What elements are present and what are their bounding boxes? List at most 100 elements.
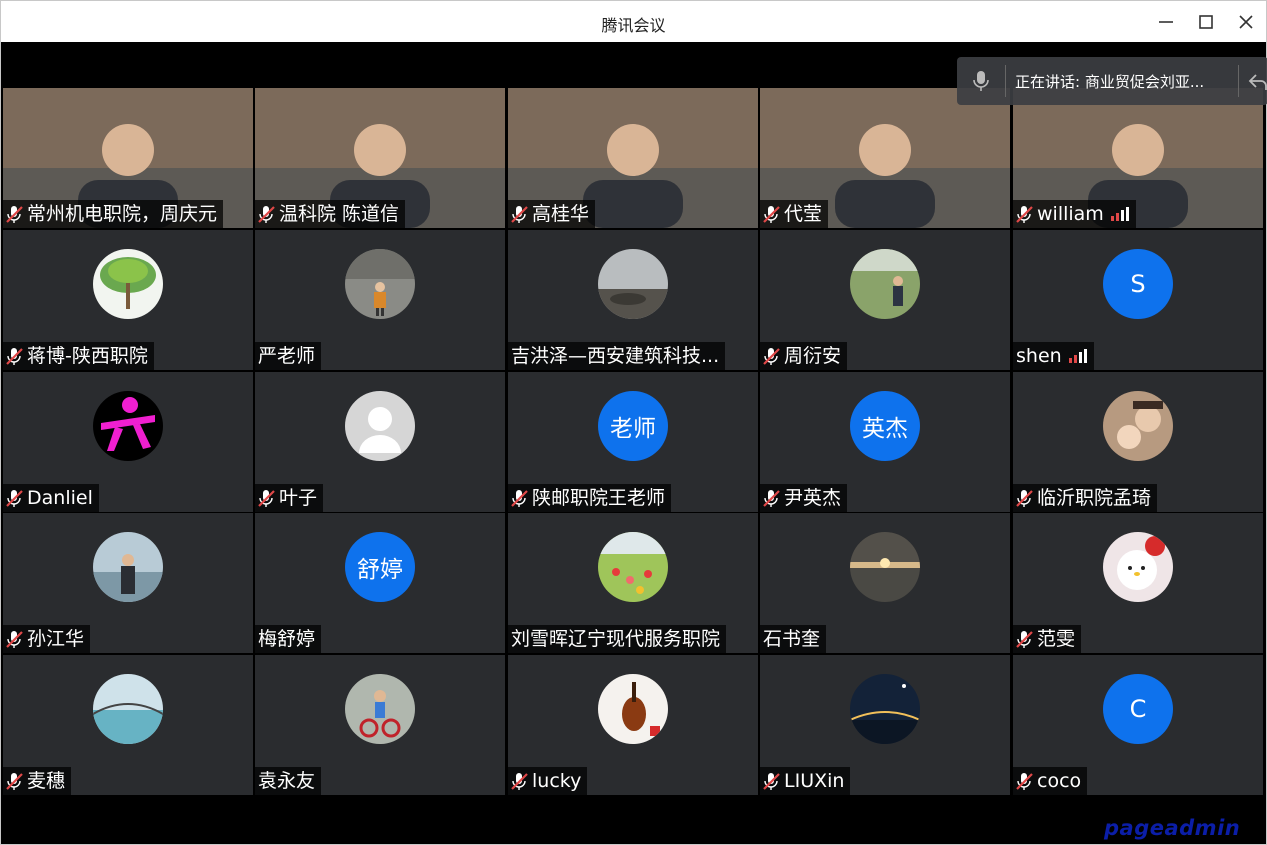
participant-name-bar: william — [1013, 200, 1136, 228]
participant-tile[interactable]: lucky — [508, 655, 758, 795]
divider — [1005, 65, 1006, 97]
participant-name: 刘雪晖辽宁现代服务职院 — [511, 628, 721, 650]
participant-tile[interactable]: LIUXin — [760, 655, 1010, 795]
mic-muted-icon — [1016, 489, 1033, 507]
participant-name-bar: 石书奎 — [760, 625, 827, 653]
participant-tile[interactable]: Ccoco — [1013, 655, 1263, 795]
avatar-photo — [598, 532, 668, 602]
participant-name: 温科院 陈道信 — [279, 203, 400, 225]
participant-name-bar: 代莹 — [760, 200, 829, 228]
participant-name-bar: 临沂职院孟琦 — [1013, 484, 1158, 512]
avatar-photo — [345, 249, 415, 319]
participant-tile[interactable]: 英杰尹英杰 — [760, 372, 1010, 512]
mic-muted-icon — [6, 772, 23, 790]
participant-name: 临沂职院孟琦 — [1037, 487, 1152, 509]
participant-name: 陕邮职院王老师 — [532, 487, 666, 509]
avatar-initials: C — [1103, 674, 1173, 744]
avatar-photo — [1103, 532, 1173, 602]
avatar-photo — [93, 674, 163, 744]
participant-tile[interactable]: 袁永友 — [255, 655, 505, 795]
participant-name-bar: 袁永友 — [255, 767, 322, 795]
participant-name: 孙江华 — [27, 628, 85, 650]
title-bar: 腾讯会议 — [1, 1, 1266, 42]
participant-name: 尹英杰 — [784, 487, 842, 509]
participant-name-bar: 陕邮职院王老师 — [508, 484, 672, 512]
mic-muted-icon — [763, 772, 780, 790]
mic-muted-icon — [6, 489, 23, 507]
avatar-photo — [850, 674, 920, 744]
participant-name-bar: 蒋博-陕西职院 — [3, 342, 154, 370]
participant-tile[interactable]: 麦穗 — [3, 655, 253, 795]
participant-name-bar: 孙江华 — [3, 625, 91, 653]
maximize-button[interactable] — [1193, 9, 1219, 35]
participant-name-bar: 温科院 陈道信 — [255, 200, 406, 228]
avatar-initials: 舒婷 — [345, 532, 415, 602]
minimize-button[interactable] — [1153, 9, 1179, 35]
participant-name: lucky — [532, 770, 582, 792]
participant-tile[interactable]: 孙江华 — [3, 513, 253, 653]
participant-name: LIUXin — [784, 770, 845, 792]
violin-photo — [598, 674, 668, 744]
participant-name: 吉洪泽—西安建筑科技... — [511, 345, 720, 367]
avatar-initials: 英杰 — [850, 391, 920, 461]
participant-name: coco — [1037, 770, 1082, 792]
participant-tile[interactable]: Danliel — [3, 372, 253, 512]
mic-muted-icon — [6, 205, 23, 223]
network-signal-icon — [1068, 349, 1087, 363]
participant-tile[interactable]: 刘雪晖辽宁现代服务职院 — [508, 513, 758, 653]
participant-tile[interactable]: 温科院 陈道信 — [255, 88, 505, 228]
participant-tile[interactable]: 吉洪泽—西安建筑科技... — [508, 230, 758, 370]
avatar-initials: 老师 — [598, 391, 668, 461]
participant-name-bar: 尹英杰 — [760, 484, 848, 512]
mic-muted-icon — [258, 489, 275, 507]
tencent-meeting-window: 腾讯会议 常州机电职院，周庆元 温科院 陈道信 高桂华 代莹 william 蒋博-陕西职… — [0, 0, 1267, 845]
person-lawn-photo — [850, 249, 920, 319]
participant-tile[interactable]: 高桂华 — [508, 88, 758, 228]
participant-tile[interactable]: 严老师 — [255, 230, 505, 370]
participant-name-bar: 麦穗 — [3, 767, 72, 795]
microphone-icon — [973, 71, 989, 91]
participant-tile[interactable]: 周衍安 — [760, 230, 1010, 370]
participant-tile[interactable]: Sshen — [1013, 230, 1263, 370]
child-bike-photo — [345, 674, 415, 744]
participant-tile[interactable]: 临沂职院孟琦 — [1013, 372, 1263, 512]
participant-tile[interactable]: 舒婷 梅舒婷 — [255, 513, 505, 653]
avatar-initials: S — [1103, 249, 1173, 319]
collapse-arrow-icon[interactable] — [1247, 70, 1267, 92]
participant-name-bar: Danliel — [3, 484, 99, 512]
pink-logo — [93, 391, 163, 461]
participant-name-bar: 范雯 — [1013, 625, 1082, 653]
participant-tile[interactable]: william — [1013, 88, 1263, 228]
participant-name: 高桂华 — [532, 203, 590, 225]
participant-name: william — [1037, 203, 1104, 225]
participant-tile[interactable]: 叶子 — [255, 372, 505, 512]
participant-name-bar: 吉洪泽—西安建筑科技... — [508, 342, 726, 370]
participant-tile[interactable]: 老师陕邮职院王老师 — [508, 372, 758, 512]
flower-field-photo — [598, 532, 668, 602]
family-photo — [1103, 391, 1173, 461]
participant-tile[interactable]: 常州机电职院，周庆元 — [3, 88, 253, 228]
speaking-indicator[interactable]: 正在讲话: 商业贸促会刘亚... — [957, 57, 1267, 105]
close-button[interactable] — [1233, 9, 1259, 35]
person-outdoor-photo — [345, 249, 415, 319]
seaside-rocks-photo — [598, 249, 668, 319]
participant-tile[interactable]: 蒋博-陕西职院 — [3, 230, 253, 370]
avatar-photo — [93, 532, 163, 602]
participant-name: 常州机电职院，周庆元 — [27, 203, 218, 225]
participant-name-bar: 严老师 — [255, 342, 322, 370]
avatar-photo — [93, 391, 163, 461]
mic-muted-icon — [763, 347, 780, 365]
avatar-photo — [598, 674, 668, 744]
participant-name-bar: 高桂华 — [508, 200, 596, 228]
participant-name: 袁永友 — [258, 770, 316, 792]
mic-muted-icon — [511, 205, 528, 223]
participant-name: 麦穗 — [27, 770, 66, 792]
participant-name: 范雯 — [1037, 628, 1076, 650]
mic-muted-icon — [763, 489, 780, 507]
tree-photo — [93, 249, 163, 319]
mic-muted-icon — [258, 205, 275, 223]
participant-tile[interactable]: 范雯 — [1013, 513, 1263, 653]
participant-tile[interactable]: 代莹 — [760, 88, 1010, 228]
participant-tile[interactable]: 石书奎 — [760, 513, 1010, 653]
mic-muted-icon — [6, 347, 23, 365]
